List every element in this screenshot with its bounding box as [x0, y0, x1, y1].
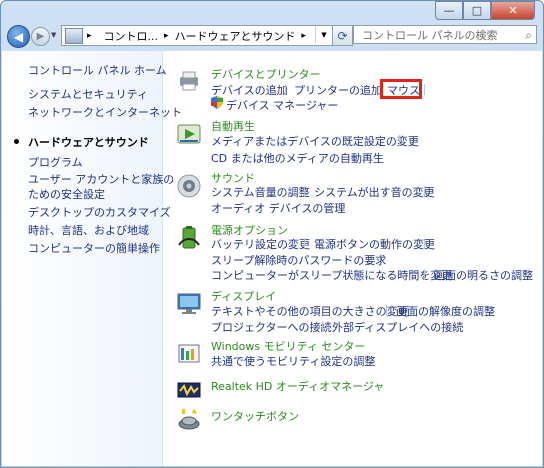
- link-add-printer[interactable]: プリンターの追加: [294, 82, 382, 98]
- link-battery-settings[interactable]: バッテリ設定の変更: [211, 236, 310, 252]
- sidebar-item-personalization[interactable]: デスクトップのカスタマイズ: [28, 205, 171, 220]
- link-autoplay-defaults[interactable]: メディアまたはデバイスの既定設定の変更: [211, 133, 419, 149]
- search-placeholder: コントロール パネルの検索: [362, 28, 498, 42]
- refresh-icon: ⟳: [337, 28, 348, 43]
- sidebar-item-home[interactable]: コントロール パネル ホーム: [28, 63, 167, 78]
- breadcrumb-separator-icon[interactable]: ▸: [87, 31, 92, 41]
- address-dropdown-icon[interactable]: ▼: [315, 26, 332, 43]
- navigation-bar: ◀ ▶ ▼ ▸ コントロ... ▸ ハードウェアとサウンド ▸ ▼ ⟳ コントロ…: [1, 22, 543, 48]
- recent-pages-dropdown-icon[interactable]: ▼: [51, 31, 56, 39]
- printer-icon[interactable]: [176, 67, 202, 93]
- category-title-devices[interactable]: デバイスとプリンター: [211, 66, 321, 82]
- sidebar-item-user-accounts-line2[interactable]: ための安全設定: [28, 187, 105, 202]
- search-input[interactable]: コントロール パネルの検索 ⌕: [353, 25, 537, 44]
- display-icon[interactable]: [176, 291, 202, 317]
- link-mobility-settings[interactable]: 共通で使うモビリティ設定の調整: [211, 353, 375, 369]
- sidebar-item-ease-of-access[interactable]: コンピューターの簡単操作: [28, 241, 160, 256]
- link-text-size[interactable]: テキストやその他の項目の大きさの変更: [211, 303, 409, 319]
- sidebar-item-clock-region[interactable]: 時計、言語、および地域: [28, 223, 149, 238]
- address-bar[interactable]: ▸ コントロ... ▸ ハードウェアとサウンド ▸ ▼: [61, 25, 333, 46]
- link-divider: [424, 269, 425, 280]
- link-device-manager[interactable]: デバイス マネージャー: [226, 97, 338, 113]
- link-divider: [304, 238, 305, 249]
- forward-button[interactable]: ▶: [31, 27, 50, 46]
- breadcrumb-control-panel[interactable]: コントロ...: [104, 28, 159, 44]
- breadcrumb-separator-icon[interactable]: ▸: [164, 31, 169, 41]
- sidebar-item-system-security[interactable]: システムとセキュリティ: [28, 87, 148, 102]
- link-autoplay-cd[interactable]: CD または他のメディアの自動再生: [211, 150, 384, 166]
- category-title-realtek[interactable]: Realtek HD オーディオマネージャ: [211, 378, 384, 394]
- refresh-button[interactable]: ⟳: [332, 25, 353, 46]
- sidebar-item-hardware-sound: ハードウェアとサウンド: [28, 136, 149, 149]
- link-divider: [424, 186, 425, 197]
- link-mouse[interactable]: マウス: [387, 82, 420, 98]
- link-external-display[interactable]: 外部ディスプレイへの接続: [332, 319, 463, 335]
- shield-icon: [211, 96, 223, 109]
- sidebar-item-programs[interactable]: プログラム: [28, 155, 83, 170]
- sidebar-item-user-accounts[interactable]: ユーザー アカウントと家族の: [28, 172, 174, 187]
- link-divider: [322, 321, 323, 332]
- breadcrumb-separator-icon[interactable]: ▸: [301, 31, 306, 41]
- sidebar-item-network[interactable]: ネットワークとインターネット: [28, 105, 182, 120]
- link-connect-projector[interactable]: プロジェクターへの接続: [211, 319, 332, 335]
- link-screen-brightness[interactable]: 画面の明るさの調整: [434, 267, 533, 283]
- link-divider: [304, 186, 305, 197]
- link-screen-resolution[interactable]: 画面の解像度の調整: [396, 303, 495, 319]
- main-panel: デバイスとプリンター デバイスの追加 プリンターの追加 マウス デバイス マネー…: [162, 51, 542, 466]
- forward-arrow-icon: ▶: [36, 31, 45, 42]
- breadcrumb-hardware-sound[interactable]: ハードウェアとサウンド: [175, 28, 296, 44]
- link-system-volume[interactable]: システム音量の調整: [211, 184, 310, 200]
- control-panel-window: — □ ✕ ◀ ▶ ▼ ▸ コントロ... ▸ ハードウェアとサウンド ▸ ▼ …: [0, 0, 544, 468]
- minimize-button[interactable]: —: [435, 1, 463, 20]
- link-divider: [285, 84, 286, 95]
- autoplay-icon[interactable]: [176, 121, 202, 147]
- back-arrow-icon: ◀: [13, 29, 24, 44]
- category-title-autoplay[interactable]: 自動再生: [211, 118, 255, 134]
- link-system-sounds[interactable]: システムが出す音の変更: [314, 184, 435, 200]
- link-sleep-time[interactable]: コンピューターがスリープ状態になる時間を変更: [211, 267, 452, 283]
- speaker-icon[interactable]: [176, 173, 202, 199]
- link-divider: [424, 84, 425, 95]
- close-button[interactable]: ✕: [491, 1, 535, 20]
- link-audio-devices[interactable]: オーディオ デバイスの管理: [211, 200, 345, 216]
- link-divider: [424, 238, 425, 249]
- content-area: コントロール パネル ホーム システムとセキュリティ ネットワークとインターネッ…: [2, 51, 542, 466]
- mobility-center-icon[interactable]: [176, 341, 202, 367]
- back-button[interactable]: ◀: [7, 25, 30, 48]
- search-icon[interactable]: ⌕: [525, 28, 532, 43]
- onetouch-button-icon[interactable]: [176, 406, 202, 432]
- maximize-button[interactable]: □: [463, 1, 491, 20]
- sidebar: コントロール パネル ホーム システムとセキュリティ ネットワークとインターネッ…: [2, 51, 182, 466]
- category-title-onetouch[interactable]: ワンタッチボタン: [211, 408, 299, 424]
- category-title-mobility[interactable]: Windows モビリティ センター: [211, 338, 365, 354]
- link-divider: [399, 135, 400, 146]
- link-power-button[interactable]: 電源ボタンの動作の変更: [314, 236, 435, 252]
- control-panel-icon: [65, 27, 83, 44]
- power-options-icon[interactable]: [176, 225, 202, 251]
- realtek-audio-icon[interactable]: [176, 377, 202, 403]
- active-bullet-icon: [14, 139, 19, 144]
- title-bar: — □ ✕: [1, 1, 543, 21]
- link-divider: [386, 305, 387, 316]
- link-wake-password[interactable]: スリープ解除時のパスワードの要求: [211, 252, 386, 268]
- category-title-display[interactable]: ディスプレイ: [211, 288, 276, 304]
